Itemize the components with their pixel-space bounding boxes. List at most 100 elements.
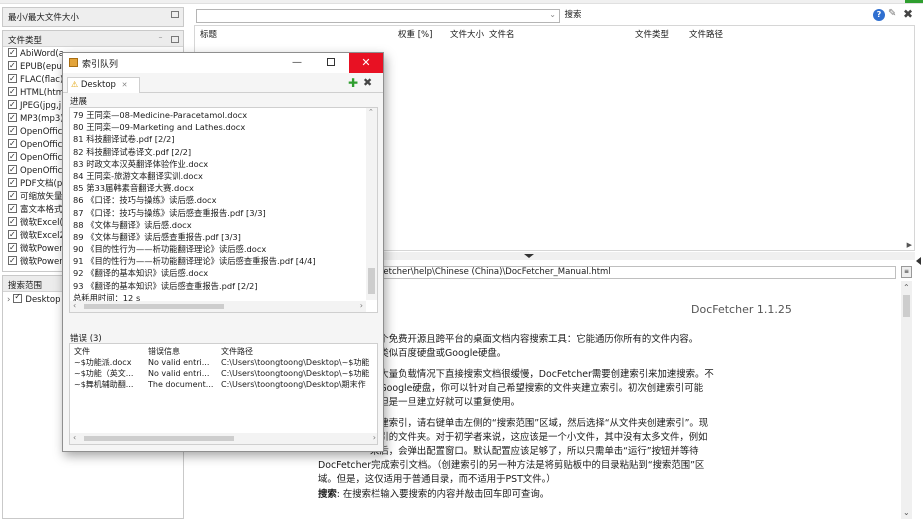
progress-item: 92 《翻译的基本知识》读后感.docx — [73, 268, 209, 279]
right-collapse-icon[interactable] — [916, 257, 921, 265]
file-types-minimize-icon[interactable]: ⁻ — [155, 33, 166, 44]
file-type-checkbox[interactable] — [8, 230, 17, 241]
scope-item-desktop[interactable]: › Desktop — [7, 292, 60, 305]
add-index-icon[interactable]: ✚ — [348, 76, 358, 90]
progress-hscrollbar[interactable]: ‹ › — [70, 301, 366, 312]
progress-scroll-left-icon[interactable]: ‹ — [73, 301, 76, 310]
col-size[interactable]: 文件大小 — [450, 28, 484, 40]
progress-item: 83 时政文本汉英翻译体验作业.docx — [73, 158, 209, 169]
close-all-icon[interactable]: ✖ — [903, 7, 913, 21]
file-type-label: 微软Excel2 — [20, 231, 65, 241]
error-path: C:\Users\toongtoong\Desktop\~$功能 — [221, 358, 370, 367]
error-row[interactable]: ~$功能派.docx No valid entri... C:\Users\toon… — [70, 357, 377, 368]
file-type-label: OpenOffic — [20, 166, 63, 176]
sash-arrow-icon[interactable] — [524, 254, 534, 258]
col-type[interactable]: 文件类型 — [635, 28, 669, 40]
file-type-checkbox[interactable] — [8, 178, 17, 189]
file-type-label: OpenOffic — [20, 140, 63, 150]
file-type-checkbox[interactable] — [8, 191, 17, 202]
error-message: The document... — [148, 380, 214, 389]
file-type-checkbox[interactable] — [8, 243, 17, 254]
search-history-chevron-icon[interactable]: ⌄ — [549, 10, 556, 19]
maximize-button[interactable] — [315, 53, 347, 73]
expand-chevron-icon[interactable]: › — [7, 295, 10, 305]
search-button-label: 搜索 — [564, 10, 582, 20]
err-col-message[interactable]: 错误信息 — [148, 346, 216, 357]
error-message: No valid entri... — [148, 369, 210, 378]
progress-item: 87 《口译：技巧与操练》读后感查重报告.pdf [3/3] — [73, 207, 266, 218]
file-type-checkbox[interactable] — [8, 217, 17, 228]
file-type-label: FLAC(flac) — [20, 75, 64, 85]
preview-line: 创建索引，请右键单击左侧的“搜索范围”区域，然后选择“从文件夹创建索引”。现 — [370, 418, 709, 429]
size-panel-header: 最小/最大文件大小 — [3, 8, 183, 26]
tab-desktop-label: Desktop — [80, 80, 116, 90]
progress-item: 85 第33届韩素音翻译大赛.docx — [73, 183, 194, 194]
file-type-label: HTML(htm — [20, 88, 64, 98]
file-type-label: OpenOffic — [20, 127, 63, 137]
progress-hscroll-thumb[interactable] — [84, 304, 224, 309]
scroll-up-icon[interactable]: ⌃ — [903, 283, 910, 292]
errors-hscroll-thumb[interactable] — [84, 436, 234, 441]
scroll-down-icon[interactable]: ⌄ — [903, 508, 910, 517]
file-type-checkbox[interactable] — [8, 48, 17, 59]
col-path[interactable]: 文件路径 — [689, 28, 723, 40]
error-row[interactable]: ~$功能（英文... No valid entri... C:\Users\toon… — [70, 368, 377, 379]
col-filename[interactable]: 文件名 — [489, 28, 515, 40]
pin-icon[interactable]: ✎ — [888, 8, 896, 19]
err-col-file[interactable]: 文件 — [74, 346, 144, 357]
size-panel-maximize-icon[interactable] — [171, 11, 179, 18]
file-type-checkbox[interactable] — [8, 165, 17, 176]
preview-scroll-thumb[interactable] — [903, 295, 910, 317]
errors-scroll-right-icon[interactable]: › — [373, 433, 376, 442]
error-message: No valid entri... — [148, 358, 210, 367]
file-type-checkbox[interactable] — [8, 139, 17, 150]
close-button[interactable]: ✕ — [349, 53, 383, 73]
preview-line: ，类似百度硬盘或Google硬盘。 — [370, 348, 507, 359]
window-titlebar[interactable]: 索引队列 — ✕ — [63, 53, 383, 73]
file-type-checkbox[interactable] — [8, 100, 17, 111]
errors-scroll-left-icon[interactable]: ‹ — [73, 433, 76, 442]
tab-desktop[interactable]: ⚠ Desktop ✕ — [67, 77, 140, 93]
preview-toolbar-icon[interactable]: ≡ — [901, 266, 912, 278]
help-icon[interactable]: ? — [873, 9, 885, 21]
file-type-checkbox[interactable] — [8, 74, 17, 85]
minimize-button[interactable]: — — [281, 53, 313, 73]
progress-scrollbar[interactable]: ⌃ — [366, 108, 377, 300]
file-type-checkbox[interactable] — [8, 204, 17, 215]
file-types-maximize-icon[interactable] — [171, 36, 179, 43]
errors-table: 文件 错误信息 文件路径 ~$功能派.docx No valid entri...… — [69, 343, 378, 445]
file-type-checkbox[interactable] — [8, 87, 17, 98]
progress-scroll-right-icon[interactable]: › — [360, 301, 363, 310]
tab-close-icon[interactable]: ✕ — [122, 81, 128, 89]
progress-scroll-up-icon[interactable]: ⌃ — [368, 108, 374, 116]
search-input[interactable]: ⌄ — [196, 9, 560, 23]
col-score[interactable]: 权重 [%] — [398, 28, 432, 40]
progress-item: 84 王同栾-旅游文本翻译实训.docx — [73, 170, 203, 181]
col-title[interactable]: 标题 — [200, 28, 217, 40]
preview-scrollbar[interactable]: ⌃ ⌄ — [901, 281, 912, 519]
file-type-checkbox[interactable] — [8, 113, 17, 124]
preview-line: 索引的文件夹。对于初学者来说，这应该是一个小文件，其中没有太多文件，例如 — [370, 432, 708, 443]
size-panel-title: 最小/最大文件大小 — [8, 13, 79, 23]
search-button[interactable]: 搜索 — [562, 9, 584, 23]
error-file: ~$舞机辅助翻... — [74, 380, 134, 389]
file-type-checkbox[interactable] — [8, 126, 17, 137]
index-queue-window: 索引队列 — ✕ ⚠ Desktop ✕ ✚ ✖ 进展 79 王同栾—08-Me… — [62, 52, 384, 452]
scope-checkbox[interactable] — [13, 292, 23, 303]
file-type-checkbox[interactable] — [8, 152, 17, 163]
file-type-label: JPEG(jpg,j — [20, 101, 62, 111]
preview-search-line: 搜索: 在搜索栏输入要搜索的内容并敲击回车即可查询。 — [318, 486, 549, 500]
err-col-path[interactable]: 文件路径 — [221, 346, 377, 357]
errors-body: ~$功能派.docx No valid entri... C:\Users\toon… — [70, 357, 377, 390]
file-type-checkbox[interactable] — [8, 61, 17, 72]
results-scroll-right-icon[interactable]: ▶ — [907, 241, 912, 249]
error-row[interactable]: ~$舞机辅助翻... The document... C:\Users\toongt… — [70, 379, 377, 390]
file-type-checkbox[interactable] — [8, 256, 17, 267]
errors-hscrollbar[interactable]: ‹ › — [70, 433, 377, 444]
preview-line: 一个免费开源且跨平台的桌面文档内容搜索工具：它能通历你所有的文件内容。 — [370, 334, 699, 345]
preview-path-field[interactable]: Fetcher\help\Chinese (China)\DocFetcher_… — [376, 266, 896, 279]
progress-scroll-thumb[interactable] — [368, 268, 375, 294]
remove-index-icon[interactable]: ✖ — [363, 76, 372, 89]
preview-line: ，但是一旦建立好就可以重复使用。 — [370, 397, 521, 408]
error-file: ~$功能派.docx — [74, 358, 132, 367]
